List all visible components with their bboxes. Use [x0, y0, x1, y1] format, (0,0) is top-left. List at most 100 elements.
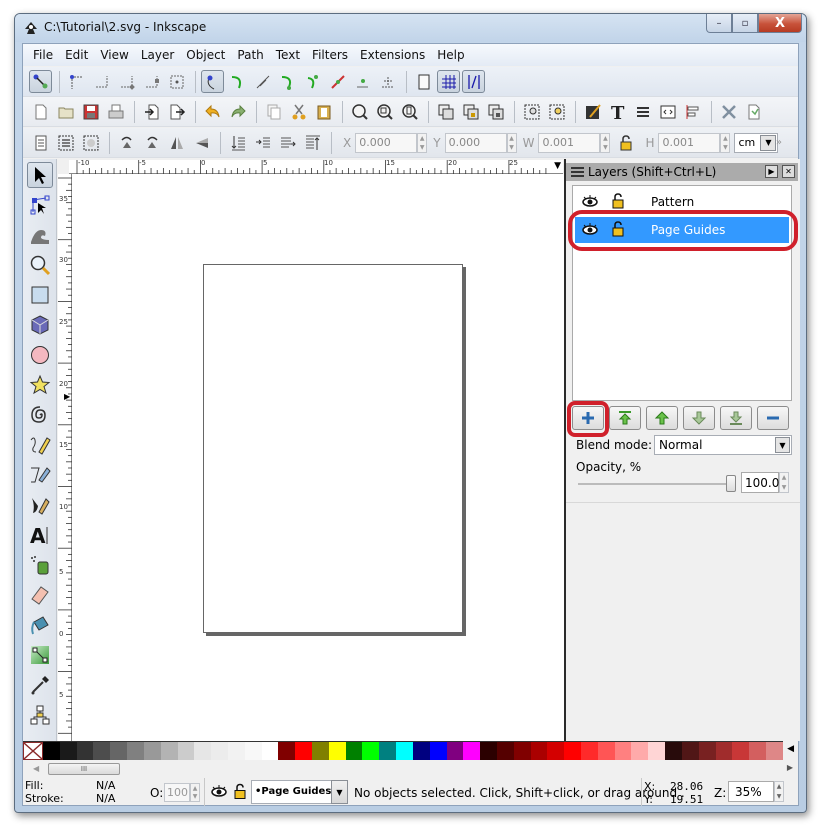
stroke-value[interactable]: N/A — [96, 792, 115, 805]
color-swatch[interactable] — [581, 742, 598, 760]
rotate-ccw-button[interactable] — [115, 131, 138, 154]
snap-object-center-button[interactable] — [351, 70, 374, 93]
layer-name[interactable]: Pattern — [651, 195, 694, 209]
ungroup-button[interactable] — [545, 100, 568, 123]
snap-smooth-nodes-button[interactable] — [301, 70, 324, 93]
width-input[interactable]: 0.001 — [538, 132, 601, 153]
menu-path[interactable]: Path — [231, 48, 269, 62]
tweak-tool[interactable] — [27, 222, 53, 248]
unit-select[interactable]: cm ▼ — [734, 132, 779, 153]
color-swatch[interactable] — [227, 742, 245, 760]
color-swatch[interactable] — [530, 742, 548, 760]
undo-button[interactable] — [201, 100, 224, 123]
lower-to-bottom-button[interactable] — [226, 131, 249, 154]
drawing-canvas[interactable] — [72, 174, 564, 741]
lower-layer-button[interactable] — [683, 406, 715, 430]
color-swatch[interactable] — [463, 742, 481, 760]
color-swatch[interactable] — [412, 742, 430, 760]
snap-bbox-button[interactable] — [65, 70, 88, 93]
snap-intersections-button[interactable] — [251, 70, 274, 93]
color-swatch[interactable] — [345, 742, 363, 760]
save-button[interactable] — [79, 100, 102, 123]
color-swatch[interactable] — [631, 742, 649, 760]
text-tool[interactable]: A — [27, 522, 53, 548]
color-swatch[interactable] — [429, 742, 447, 760]
copy-button[interactable] — [262, 100, 285, 123]
object-opacity-input[interactable]: 100 — [164, 783, 190, 802]
snap-cusp-nodes-button[interactable] — [276, 70, 299, 93]
node-tool[interactable] — [27, 192, 53, 218]
x-input[interactable]: 0.000 — [355, 132, 418, 153]
snap-enable-button[interactable] — [29, 70, 52, 93]
color-swatch[interactable] — [665, 742, 682, 760]
color-swatch[interactable] — [127, 742, 144, 760]
color-swatch[interactable] — [76, 742, 94, 760]
zoom-selection-button[interactable] — [348, 100, 371, 123]
opacity-spinner[interactable]: ▲ ▼ — [779, 472, 789, 493]
opacity-slider-track[interactable] — [578, 483, 736, 485]
paste-button[interactable] — [312, 100, 335, 123]
cut-button[interactable] — [287, 100, 310, 123]
color-swatch[interactable] — [379, 742, 397, 760]
pen-tool[interactable] — [27, 462, 53, 488]
group-button[interactable] — [520, 100, 543, 123]
menu-edit[interactable]: Edit — [59, 48, 94, 62]
x-spinner[interactable]: ▲ ▼ — [417, 132, 428, 153]
redo-button[interactable] — [226, 100, 249, 123]
color-swatch[interactable] — [681, 742, 699, 760]
color-swatch[interactable] — [143, 742, 161, 760]
fill-value[interactable]: N/A — [96, 779, 115, 792]
height-input[interactable]: 0.001 — [658, 132, 721, 153]
eye-visible-icon[interactable] — [209, 784, 229, 798]
snap-rotation-center-button[interactable] — [376, 70, 399, 93]
document-properties-button[interactable] — [742, 100, 765, 123]
y-spinner[interactable]: ▲ ▼ — [506, 132, 517, 153]
calligraphy-tool[interactable] — [27, 492, 53, 518]
paint-bucket-tool[interactable] — [27, 612, 53, 638]
color-swatch[interactable] — [480, 742, 497, 760]
rotate-cw-button[interactable] — [140, 131, 163, 154]
scroll-left-icon[interactable]: ◀ — [33, 764, 39, 773]
scrollbar-thumb[interactable]: III — [48, 763, 120, 775]
color-swatch[interactable] — [362, 742, 380, 760]
lock-open-icon[interactable] — [233, 783, 247, 800]
zoom-input[interactable]: 35% — [728, 781, 774, 802]
align-distribute-button[interactable] — [681, 100, 704, 123]
color-swatch[interactable] — [93, 742, 111, 760]
spray-tool[interactable] — [27, 552, 53, 578]
export-button[interactable] — [165, 100, 188, 123]
scroll-right-icon[interactable]: ▶ — [787, 763, 793, 772]
lock-proportions-button[interactable] — [614, 131, 637, 154]
color-swatch[interactable] — [614, 742, 632, 760]
dock-close-button[interactable]: ✕ — [782, 165, 795, 178]
dropper-tool[interactable] — [27, 672, 53, 698]
menu-text[interactable]: Text — [270, 48, 306, 62]
color-swatch[interactable] — [749, 742, 766, 760]
clone-button[interactable] — [459, 100, 482, 123]
menu-view[interactable]: View — [94, 48, 134, 62]
menu-file[interactable]: File — [27, 48, 59, 62]
duplicate-button[interactable] — [434, 100, 457, 123]
rectangle-tool[interactable] — [27, 282, 53, 308]
color-swatch[interactable] — [43, 742, 60, 760]
vertical-ruler[interactable]: 35 30 25 20 15 10 5 0 5 ▶ — [58, 174, 72, 741]
color-swatch[interactable] — [513, 742, 531, 760]
delete-layer-button[interactable] — [757, 406, 789, 430]
selector-tool[interactable] — [27, 162, 53, 188]
close-button[interactable]: X — [758, 14, 802, 33]
color-swatch[interactable] — [496, 742, 514, 760]
color-swatch[interactable] — [328, 742, 346, 760]
layers-button[interactable] — [631, 100, 654, 123]
select-all-layers-button[interactable] — [54, 131, 77, 154]
menu-layer[interactable]: Layer — [135, 48, 180, 62]
swatch-none[interactable] — [23, 742, 43, 760]
color-swatch[interactable] — [160, 742, 178, 760]
color-swatch[interactable] — [765, 742, 783, 760]
zoom-drawing-button[interactable] — [373, 100, 396, 123]
snap-paths-button[interactable] — [226, 70, 249, 93]
snap-bbox-edge-button[interactable] — [90, 70, 113, 93]
raise-layer-button[interactable] — [646, 406, 678, 430]
color-swatch[interactable] — [547, 742, 565, 760]
color-swatch[interactable] — [597, 742, 615, 760]
eraser-tool[interactable] — [27, 582, 53, 608]
